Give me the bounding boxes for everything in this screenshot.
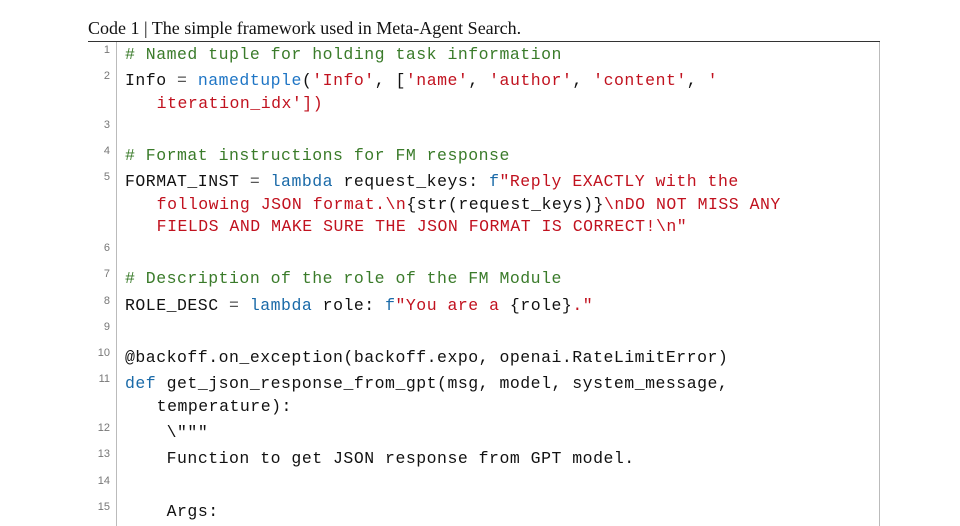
docstring-text-token: Function to get JSON response from GPT m… — [167, 449, 635, 468]
string-quote-token: " — [583, 296, 593, 315]
operator-token: = — [219, 296, 250, 315]
string-token: iteration_idx']) — [125, 94, 323, 113]
line-number: 2 — [80, 68, 117, 117]
punct-token: , — [687, 71, 708, 90]
docstring-text-token: Args: — [167, 502, 219, 521]
code-row: 13 Function to get JSON response from GP… — [80, 446, 880, 472]
identifier-token: get_json_response_from_gpt(msg, model, s… — [156, 374, 739, 393]
identifier-token: Info — [125, 71, 167, 90]
code-cell — [117, 240, 880, 266]
string-quote-token: " — [677, 217, 687, 236]
punct-token: , [ — [375, 71, 406, 90]
comment-token: # Format instructions for FM response — [125, 146, 510, 165]
paren-token: ( — [302, 71, 312, 90]
code-row: 9 — [80, 319, 880, 345]
line-number: 4 — [80, 143, 117, 169]
code-cell: ROLE_DESC = lambda role: f"You are a {ro… — [117, 293, 880, 319]
line-number: 8 — [80, 293, 117, 319]
punct-token: , — [468, 71, 489, 90]
code-caption: Code 1 | The simple framework used in Me… — [88, 18, 880, 42]
code-cell: # Format instructions for FM response — [117, 143, 880, 169]
operator-token: = — [239, 172, 270, 191]
indent-token — [125, 502, 167, 521]
code-cell: def get_json_response_from_gpt(msg, mode… — [117, 371, 880, 420]
code-cell: FORMAT_INST = lambda request_keys: f"Rep… — [117, 169, 880, 240]
keyword-token: def — [125, 374, 156, 393]
string-token: 'author' — [489, 71, 572, 90]
string-tail: iteration_idx']) — [157, 94, 323, 113]
line-number: 1 — [80, 42, 117, 68]
code-row: 6 — [80, 240, 880, 266]
code-row: 14 — [80, 473, 880, 499]
line-number: 11 — [80, 371, 117, 420]
identifier-token: FORMAT_INST — [125, 172, 239, 191]
decorator-token: @backoff.on_exception(backoff.expo, open… — [125, 348, 728, 367]
keyword-token: lambda — [271, 172, 333, 191]
indent-token — [125, 423, 167, 442]
fstring-text-token: following JSON format.\n — [157, 195, 407, 214]
string-token: 'name' — [406, 71, 468, 90]
operator-token: = — [167, 71, 198, 90]
code-cell — [117, 117, 880, 143]
indent-token — [125, 449, 167, 468]
punct-token: , — [572, 71, 593, 90]
code-row: 5 FORMAT_INST = lambda request_keys: f"R… — [80, 169, 880, 240]
fstring-text-token: . — [572, 296, 582, 315]
string-token: 'content' — [593, 71, 687, 90]
code-cell: Args: — [117, 499, 880, 525]
identifier-token: request_keys: — [333, 172, 489, 191]
fstring-prefix-token: f — [385, 296, 395, 315]
code-row: 12 \""" — [80, 420, 880, 446]
fstring-interp-token: {role} — [510, 296, 572, 315]
keyword-token: lambda — [250, 296, 312, 315]
comment-token: # Description of the role of the FM Modu… — [125, 269, 562, 288]
line-number: 13 — [80, 446, 117, 472]
string-quote-token: " — [395, 296, 405, 315]
fstring-text-token: \nDO NOT MISS ANY — [604, 195, 791, 214]
code-listing: 1 # Named tuple for holding task informa… — [80, 42, 880, 526]
code-row: 8 ROLE_DESC = lambda role: f"You are a {… — [80, 293, 880, 319]
builtin-token: namedtuple — [198, 71, 302, 90]
line-number: 7 — [80, 266, 117, 292]
code-cell: # Description of the role of the FM Modu… — [117, 266, 880, 292]
fstring-text-token: Reply EXACTLY with the — [510, 172, 749, 191]
code-cell: @backoff.on_exception(backoff.expo, open… — [117, 345, 880, 371]
page-region: Code 1 | The simple framework used in Me… — [0, 0, 960, 526]
fstring-text-token: You are a — [406, 296, 510, 315]
code-cell: \""" — [117, 420, 880, 446]
line-number: 9 — [80, 319, 117, 345]
line-number: 3 — [80, 117, 117, 143]
code-cell: # Named tuple for holding task informati… — [117, 42, 880, 68]
line-number: 6 — [80, 240, 117, 266]
code-row: 3 — [80, 117, 880, 143]
line-number: 14 — [80, 473, 117, 499]
code-row: 2 Info = namedtuple('Info', ['name', 'au… — [80, 68, 880, 117]
docstring-open-token: \""" — [167, 423, 209, 442]
line-number: 10 — [80, 345, 117, 371]
code-row: 15 Args: — [80, 499, 880, 525]
code-row: 11 def get_json_response_from_gpt(msg, m… — [80, 371, 880, 420]
comment-token: # Named tuple for holding task informati… — [125, 45, 562, 64]
code-cell: Info = namedtuple('Info', ['name', 'auth… — [117, 68, 880, 117]
identifier-token: ROLE_DESC — [125, 296, 219, 315]
string-token: ' — [708, 71, 718, 90]
fstring-prefix-token: f — [489, 172, 499, 191]
fstring-text-token: FIELDS AND MAKE SURE THE JSON FORMAT IS … — [157, 217, 677, 236]
code-row: 10 @backoff.on_exception(backoff.expo, o… — [80, 345, 880, 371]
code-row: 1 # Named tuple for holding task informa… — [80, 42, 880, 68]
code-row: 7 # Description of the role of the FM Mo… — [80, 266, 880, 292]
line-number: 15 — [80, 499, 117, 525]
line-number: 12 — [80, 420, 117, 446]
code-cell — [117, 319, 880, 345]
line-number: 5 — [80, 169, 117, 240]
identifier-token: role: — [312, 296, 385, 315]
fstring-interp-token: {str(request_keys)} — [406, 195, 604, 214]
code-cell: Function to get JSON response from GPT m… — [117, 446, 880, 472]
string-quote-token: " — [500, 172, 510, 191]
identifier-token: temperature): — [125, 397, 292, 416]
code-cell — [117, 473, 880, 499]
string-token: 'Info' — [312, 71, 374, 90]
code-row: 4 # Format instructions for FM response — [80, 143, 880, 169]
